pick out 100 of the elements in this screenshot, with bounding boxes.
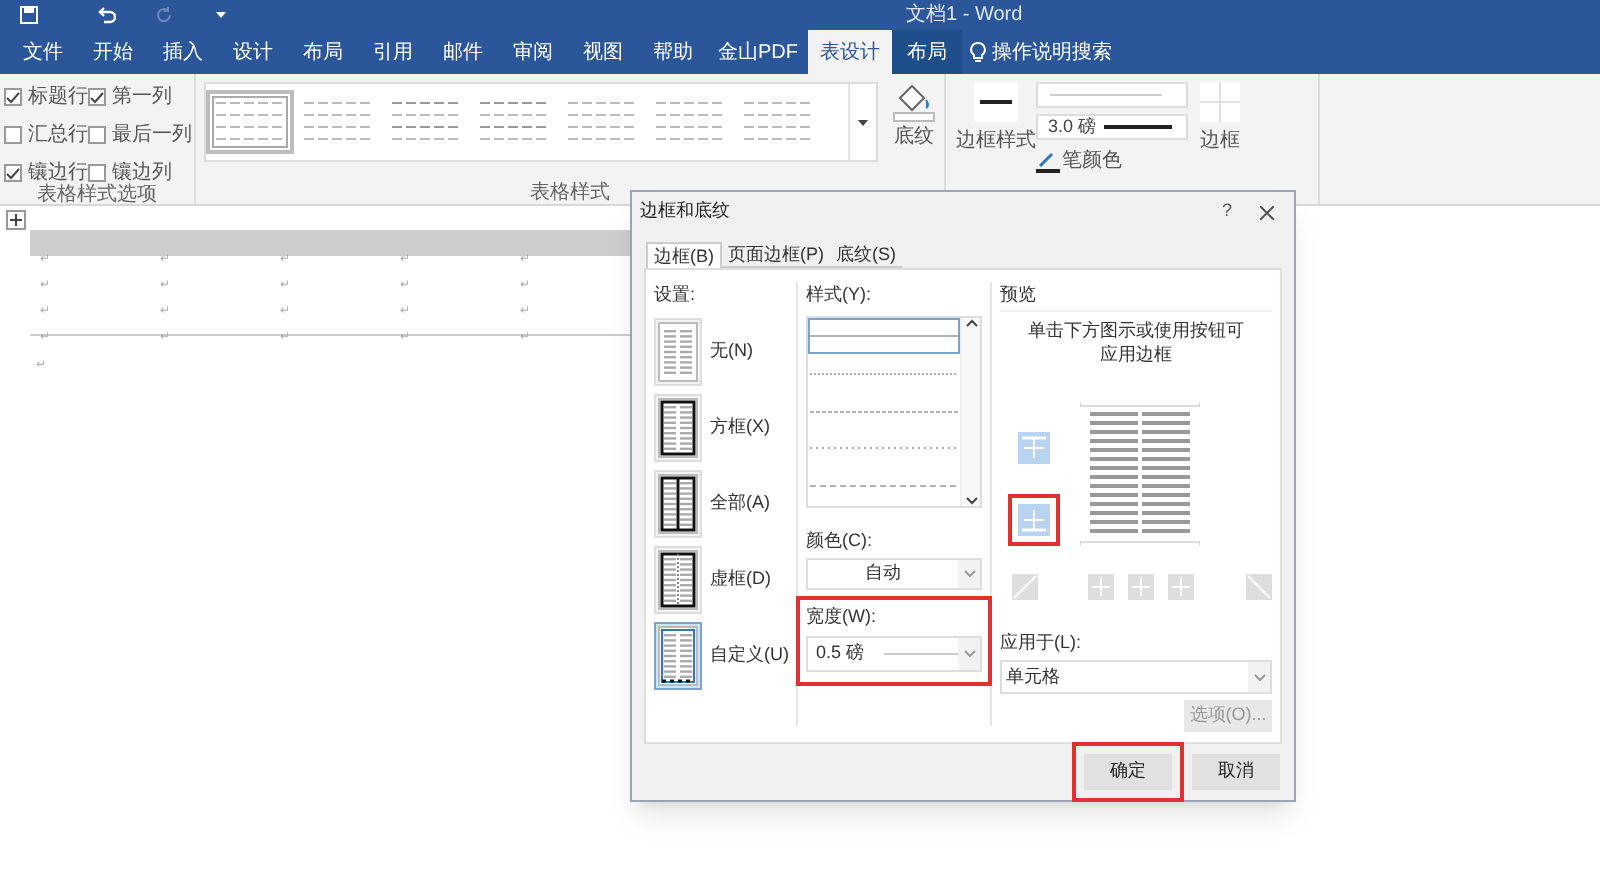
ribbon-tab[interactable]: 文件 [8, 30, 78, 74]
line-style-icon [974, 82, 1018, 122]
checkbox-label: 镶边列 [112, 159, 172, 184]
diagonal-border-icon[interactable] [1246, 573, 1272, 599]
ribbon-tab[interactable]: 设计 [218, 30, 288, 74]
checkbox-label: 第一列 [112, 84, 172, 112]
check-icon [6, 167, 20, 179]
preview-hint: 单击下方图示或使用按钮可应用边框 [1026, 317, 1246, 365]
ribbon-tab[interactable]: 金山PDF [708, 30, 808, 74]
window-title: 文档1 - Word [906, 1, 1023, 30]
shading-button[interactable]: 底纹 [884, 82, 944, 182]
cancel-button[interactable]: 取消 [1192, 754, 1280, 790]
caret-icon[interactable] [216, 11, 226, 19]
color-dropdown[interactable]: 自动 [806, 558, 982, 590]
color-label: 颜色(C): [806, 527, 874, 554]
group-label: 表格样式选项 [35, 184, 159, 206]
line-style-dropdown[interactable] [1036, 82, 1188, 108]
thin-line-icon [884, 651, 959, 655]
pen-icon [1036, 149, 1060, 173]
border-setting-icon [658, 625, 698, 685]
checkbox[interactable] [4, 126, 22, 144]
redo-icon[interactable] [156, 6, 174, 24]
inner-border-icon[interactable] [1128, 573, 1154, 599]
ribbon-tab[interactable]: 视图 [568, 30, 638, 74]
border-toggle-button[interactable] [1012, 497, 1056, 541]
width-label: 宽度(W): [806, 604, 878, 630]
checkbox[interactable] [4, 164, 22, 182]
border-grid-icon [1018, 503, 1050, 535]
preview-label: 预览 [1000, 282, 1272, 311]
caret-icon [858, 119, 869, 125]
checkbox[interactable] [88, 126, 106, 144]
thick-line-icon [1104, 124, 1173, 130]
border-setting-option[interactable]: 方框(X) [654, 393, 770, 461]
border-setting-option[interactable]: 自定义(U) [654, 621, 789, 689]
thin-line-icon [1050, 92, 1162, 98]
ribbon-tab[interactable]: 开始 [78, 30, 148, 74]
table-style-thumbnail[interactable] [210, 94, 290, 150]
border-setting-icon [658, 397, 698, 457]
inner-border-icon[interactable] [1168, 573, 1194, 599]
scrollbar[interactable] [960, 317, 980, 505]
border-setting-option[interactable]: 全部(A) [654, 469, 770, 537]
diagonal-border-icon[interactable] [1012, 573, 1038, 599]
border-grid-icon [1200, 82, 1240, 122]
border-setting-option[interactable]: 虚框(D) [654, 545, 771, 613]
ribbon-tab[interactable]: 布局 [892, 30, 962, 74]
pen-weight-dropdown[interactable]: 3.0 磅 [1036, 114, 1188, 140]
ribbon-tab[interactable]: 表设计 [808, 30, 892, 74]
line-style-icon [810, 333, 958, 338]
border-setting-icon [658, 549, 698, 609]
save-icon[interactable] [20, 6, 38, 24]
close-button[interactable] [1260, 205, 1274, 219]
caret-icon [963, 649, 976, 657]
line-style-icon [810, 371, 958, 376]
width-dropdown[interactable]: 0.5 磅 [806, 635, 982, 671]
border-setting-icon [658, 473, 698, 533]
group-label: 表格样式 [528, 182, 612, 204]
caret-icon [963, 570, 975, 578]
style-label: 样式(Y): [806, 282, 873, 308]
checkbox-label: 最后一列 [112, 121, 192, 150]
border-setting-option[interactable]: 无(N) [654, 317, 753, 385]
apply-to-dropdown[interactable]: 单元格 [1000, 660, 1272, 694]
undo-icon[interactable] [96, 6, 116, 24]
line-style-icon [810, 484, 958, 489]
ribbon-tab[interactable]: 引用 [358, 30, 428, 74]
help-button[interactable]: ? [1221, 198, 1232, 226]
ribbon-tab[interactable]: 布局 [288, 30, 358, 74]
table-move-handle-icon[interactable] [6, 210, 26, 230]
scroll-down-icon [965, 493, 977, 505]
inner-border-icon[interactable] [1088, 573, 1114, 599]
paint-bucket-icon [892, 82, 937, 122]
lightbulb-icon [970, 41, 986, 63]
checkbox[interactable] [4, 88, 22, 106]
scroll-up-icon [965, 317, 977, 329]
ribbon-tab[interactable]: 插入 [148, 30, 218, 74]
ribbon-tab[interactable]: 审阅 [498, 30, 568, 74]
line-style-icon [810, 409, 958, 413]
check-icon [6, 91, 20, 103]
apply-to-label: 应用于(L): [1000, 629, 1083, 656]
borders-button[interactable]: 边框 [1196, 82, 1244, 204]
style-list-item[interactable] [808, 317, 960, 355]
border-setting-icon [658, 321, 698, 381]
search-box[interactable]: 操作说明搜索 [970, 30, 1112, 74]
pen-color-button[interactable]: 笔颜色 [1036, 146, 1188, 176]
close-icon [1260, 205, 1274, 219]
border-grid-icon [1018, 431, 1050, 463]
check-icon [90, 91, 104, 103]
ribbon-tab[interactable]: 邮件 [428, 30, 498, 74]
ok-button[interactable]: 确定 [1084, 754, 1172, 790]
checkbox-label: 镶边行 [28, 159, 88, 184]
caret-icon [1253, 673, 1265, 681]
checkbox[interactable] [88, 88, 106, 106]
checkbox-label: 汇总行 [28, 121, 88, 150]
checkbox-label: 标题行 [28, 83, 88, 112]
dialog-title: 边框和底纹 [640, 198, 730, 225]
dialog-tab[interactable]: 边框(B) [646, 242, 722, 268]
border-styles-button[interactable]: 边框样式 [960, 82, 1032, 170]
line-style-icon [810, 446, 958, 451]
settings-label: 设置: [654, 282, 698, 308]
checkbox[interactable] [88, 164, 106, 182]
ribbon-tab[interactable]: 帮助 [638, 30, 708, 74]
